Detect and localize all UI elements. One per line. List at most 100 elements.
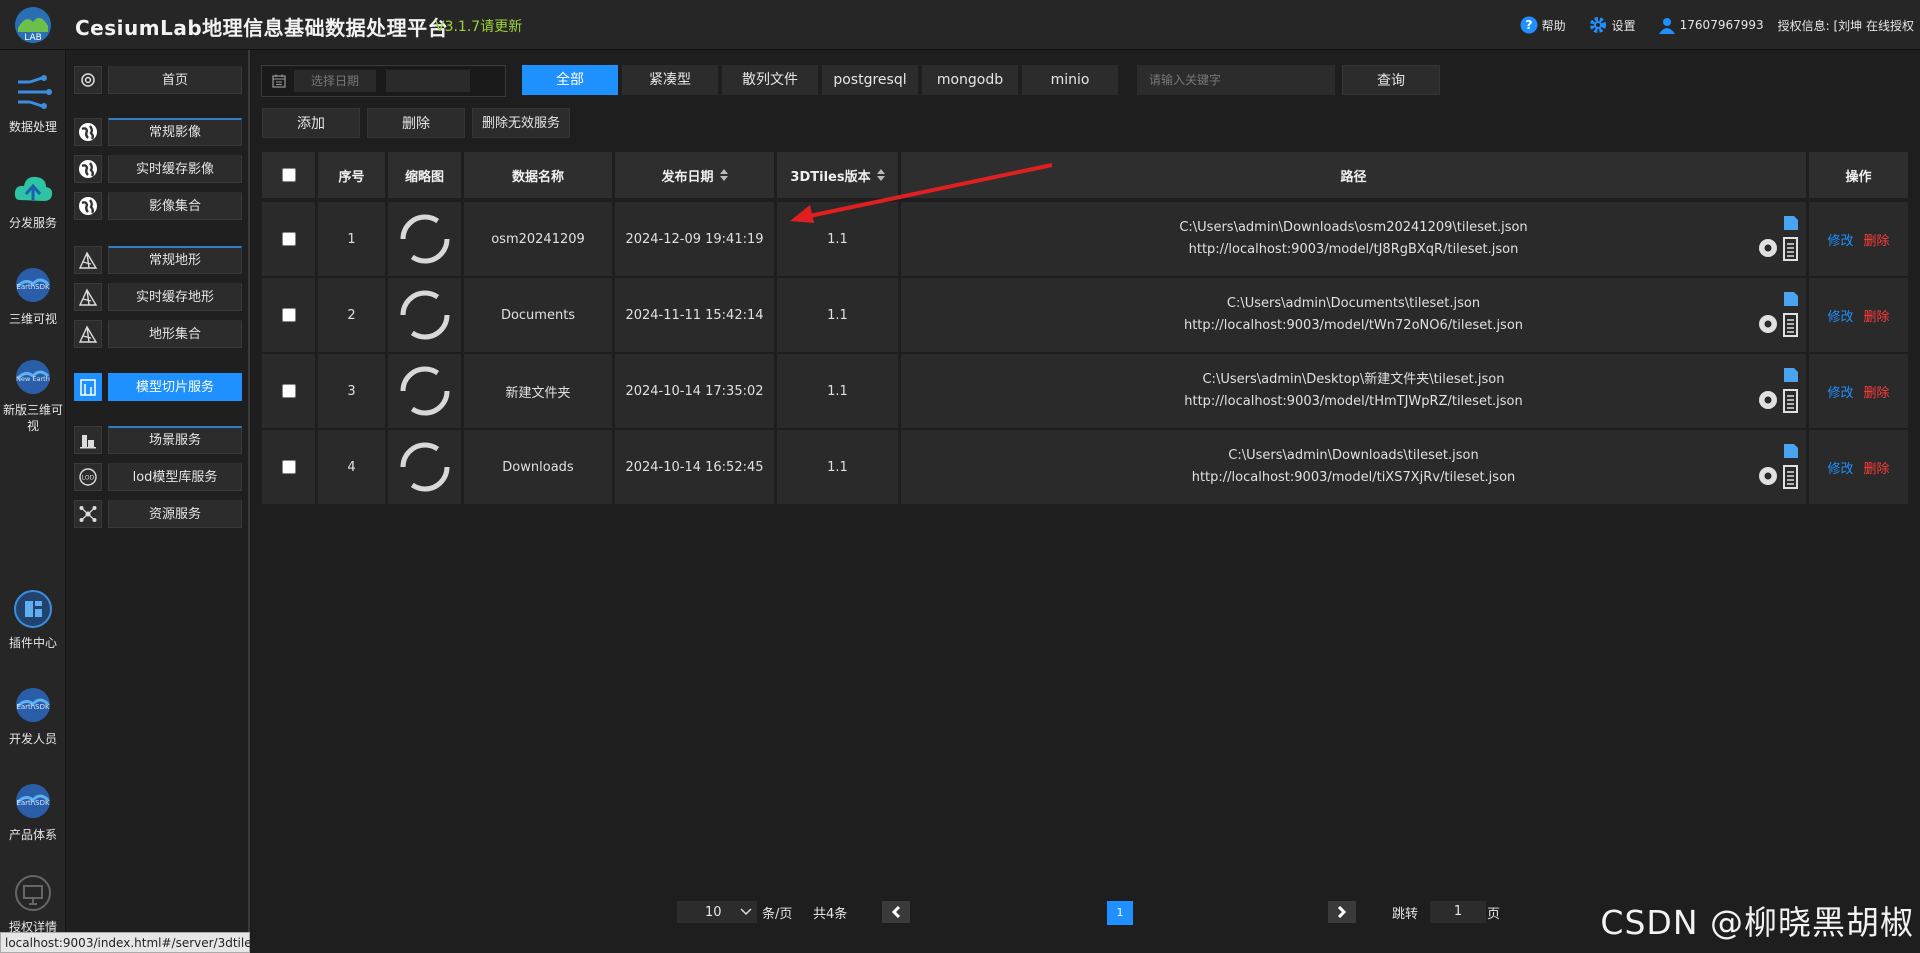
header-date[interactable]: 发布日期 [615, 152, 776, 198]
left-rail: 数据处理 分发服务 EarthSDK 三维可视 New Earth 新版三维可视… [0, 50, 66, 953]
globe-icon [79, 197, 97, 215]
user-info[interactable]: 17607967993 [1658, 16, 1764, 34]
path-action-icons[interactable] [1756, 442, 1800, 492]
row-date: 2024-12-09 19:41:19 [615, 202, 776, 276]
edit-link[interactable]: 修改 [1827, 230, 1853, 249]
header-select-all[interactable] [262, 152, 317, 198]
row-checkbox[interactable] [281, 384, 296, 398]
local-path[interactable]: C:\Users\admin\Desktop\新建文件夹\tileset.jso… [1202, 369, 1504, 391]
tab-postgresql[interactable]: postgresql [822, 65, 918, 95]
local-path[interactable]: C:\Users\admin\Downloads\tileset.json [1228, 445, 1478, 467]
settings-button[interactable]: 设置 [1588, 15, 1636, 35]
row-select[interactable] [262, 278, 317, 352]
rail-item-developers[interactable]: EarthSDK 开发人员 [0, 684, 66, 747]
top-bar: LAB CesiumLab地理信息基础数据处理平台 V3.1.7请更新 ? 帮助… [0, 0, 1920, 50]
license-label: 授权信息: [刘坤 在线授权 [1777, 18, 1914, 33]
row-select[interactable] [262, 354, 317, 428]
tab-compact[interactable]: 紧凑型 [622, 65, 718, 95]
header-version[interactable]: 3DTiles版本 [777, 152, 900, 198]
add-button[interactable]: 添加 [262, 108, 360, 138]
query-button[interactable]: 查询 [1342, 65, 1440, 95]
jump-page-input[interactable]: 1 [1430, 901, 1486, 923]
row-checkbox[interactable] [281, 232, 296, 246]
delete-link[interactable]: 删除 [1864, 306, 1890, 325]
help-button[interactable]: ? 帮助 [1520, 16, 1566, 34]
delete-link[interactable]: 删除 [1864, 382, 1890, 401]
service-url[interactable]: http://localhost:9003/model/tiXS7XjRv/ti… [1192, 467, 1516, 489]
delete-button[interactable]: 删除 [367, 108, 465, 138]
path-action-icons[interactable] [1756, 366, 1800, 416]
edit-link[interactable]: 修改 [1827, 306, 1853, 325]
rail-item-new-3d[interactable]: New Earth 新版三维可视 [0, 356, 66, 434]
svg-text:EarthSDK: EarthSDK [16, 283, 50, 291]
data-processing-icon [18, 75, 52, 109]
calendar-icon [272, 74, 286, 88]
service-url[interactable]: http://localhost:9003/model/tWn72oNO6/ti… [1184, 315, 1523, 337]
sidebar-item-home[interactable]: 首页 [74, 65, 250, 95]
edit-link[interactable]: 修改 [1827, 458, 1853, 477]
path-action-icons[interactable] [1756, 214, 1800, 264]
edit-link[interactable]: 修改 [1827, 382, 1853, 401]
row-select[interactable] [262, 430, 317, 504]
prev-page-button[interactable] [882, 901, 910, 923]
rail-item-products[interactable]: EarthSDK 产品体系 [0, 780, 66, 843]
loading-thumbnail-icon [400, 290, 449, 340]
row-ops: 修改 删除 [1809, 430, 1908, 504]
rail-item-license[interactable]: 授权详情 [0, 872, 66, 935]
sidebar-item-resource-service[interactable]: 资源服务 [74, 499, 250, 529]
license-info: 授权信息: [刘坤 在线授权 [1778, 17, 1914, 34]
sidebar-item-lod-library[interactable]: LOD lod模型库服务 [74, 462, 250, 492]
delete-link[interactable]: 删除 [1864, 458, 1890, 477]
sidebar-item-regular-terrain[interactable]: 常规地形 [74, 245, 250, 275]
sidebar-item-imagery-set[interactable]: 影像集合 [74, 191, 250, 221]
svg-text:New Earth: New Earth [16, 375, 50, 383]
loading-thumbnail-icon [400, 366, 449, 416]
select-all-checkbox[interactable] [281, 168, 296, 182]
path-action-icons[interactable] [1756, 290, 1800, 340]
date-end[interactable] [386, 70, 470, 92]
sidebar-item-terrain-set[interactable]: 地形集合 [74, 319, 250, 349]
sidebar-item-scene-service[interactable]: 场景服务 [74, 425, 250, 455]
svg-text:EarthSDK: EarthSDK [16, 799, 50, 807]
row-select[interactable] [262, 202, 317, 276]
rail-item-distribution[interactable]: 分发服务 [0, 168, 66, 231]
row-index: 2 [318, 278, 387, 352]
tab-hashed-files[interactable]: 散列文件 [722, 65, 818, 95]
help-icon: ? [1520, 16, 1538, 34]
sidebar-item-label: 常规地形 [108, 246, 242, 274]
delete-link[interactable]: 删除 [1864, 230, 1890, 249]
row-checkbox[interactable] [281, 460, 296, 474]
earthsdk-product-icon: EarthSDK [16, 784, 50, 818]
date-start[interactable]: 选择日期 [294, 70, 376, 92]
rail-item-plugins[interactable]: 插件中心 [0, 588, 66, 651]
rail-item-3d-visual[interactable]: EarthSDK 三维可视 [0, 264, 66, 327]
local-path[interactable]: C:\Users\admin\Documents\tileset.json [1227, 293, 1480, 315]
date-picker[interactable]: 选择日期 [261, 65, 506, 97]
local-path[interactable]: C:\Users\admin\Downloads\osm20241209\til… [1179, 217, 1527, 239]
tab-mongodb[interactable]: mongodb [922, 65, 1018, 95]
tab-minio[interactable]: minio [1022, 65, 1118, 95]
lod-icon: LOD [79, 468, 97, 486]
sidebar-item-realtime-imagery[interactable]: 实时缓存影像 [74, 154, 250, 184]
keyword-input[interactable] [1137, 65, 1335, 95]
gear-icon [81, 73, 95, 87]
delete-invalid-button[interactable]: 删除无效服务 [472, 108, 570, 138]
service-url[interactable]: http://localhost:9003/model/tHmTJWpRZ/ti… [1184, 391, 1523, 413]
next-page-button[interactable] [1328, 901, 1356, 923]
version-link[interactable]: V3.1.7请更新 [435, 16, 522, 36]
sidebar-item-label: 实时缓存地形 [108, 283, 242, 311]
sidebar-item-model-tiles[interactable]: 模型切片服务 [74, 372, 250, 402]
sidebar-item-regular-imagery[interactable]: 常规影像 [74, 117, 250, 147]
jump-label: 跳转 [1392, 906, 1419, 922]
row-name: Downloads [464, 430, 614, 504]
header-ops: 操作 [1809, 152, 1908, 198]
page-size-select[interactable]: 10 [677, 901, 757, 923]
sidebar-item-realtime-terrain[interactable]: 实时缓存地形 [74, 282, 250, 312]
service-url[interactable]: http://localhost:9003/model/tJ8RgBXqR/ti… [1189, 239, 1519, 261]
mountain-icon [78, 251, 98, 269]
row-checkbox[interactable] [281, 308, 296, 322]
tab-all[interactable]: 全部 [522, 65, 618, 95]
rail-item-data-processing[interactable]: 数据处理 [0, 72, 66, 135]
new-earth-icon: New Earth [16, 360, 50, 394]
current-page[interactable]: 1 [1107, 901, 1133, 925]
